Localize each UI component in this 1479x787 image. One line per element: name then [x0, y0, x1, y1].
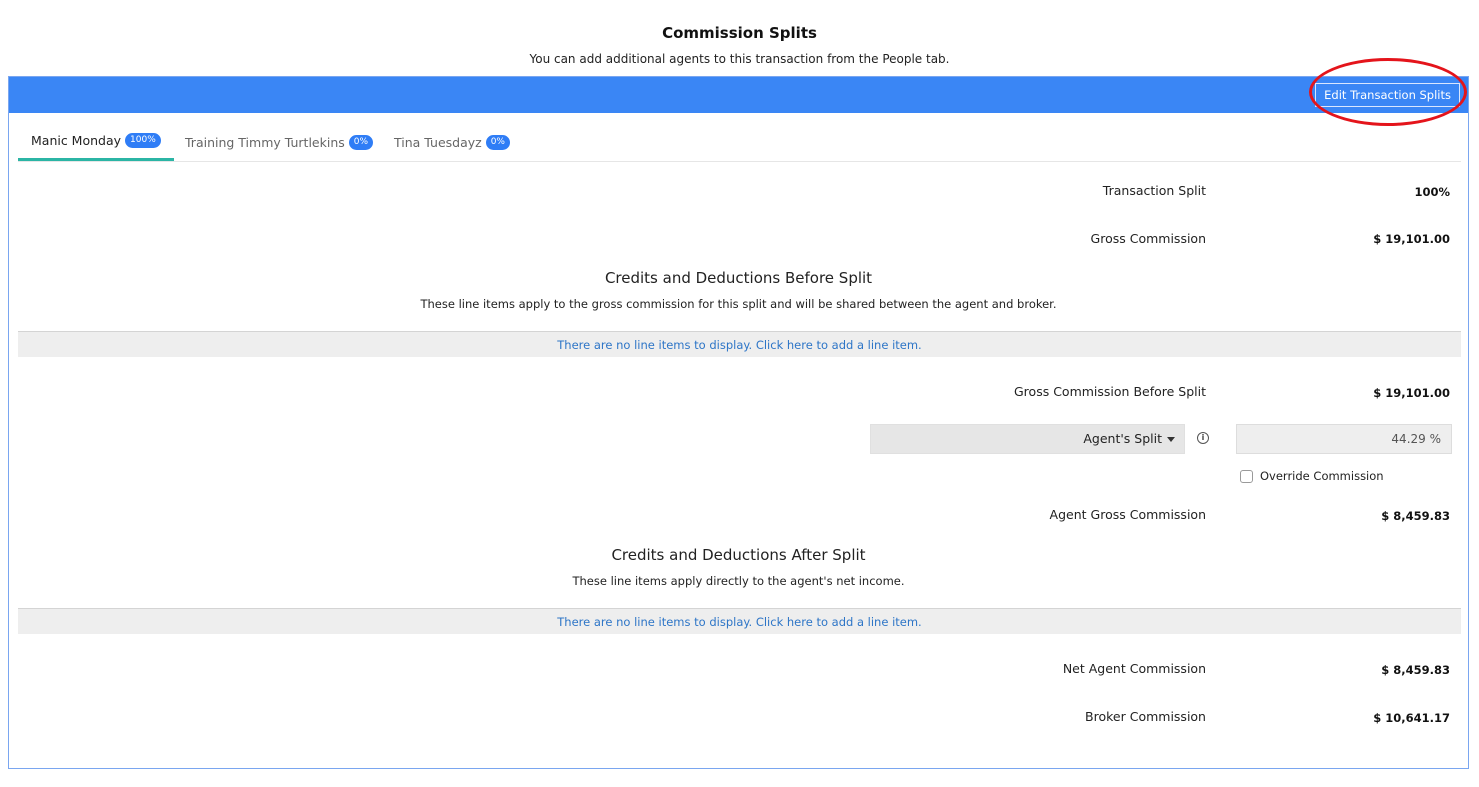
- caret-down-icon: [1167, 437, 1175, 442]
- override-commission-label: Override Commission: [1260, 469, 1384, 483]
- split-type-selected: Agent's Split: [1083, 431, 1162, 446]
- transaction-split-label: Transaction Split: [1102, 183, 1206, 198]
- panel-header-bar: Edit Transaction Splits: [9, 77, 1468, 113]
- tab-label: Training Timmy Turtlekins: [185, 134, 345, 150]
- agent-tabs: Manic Monday 100% Training Timmy Turtlek…: [18, 123, 1461, 162]
- net-agent-commission-label: Net Agent Commission: [1062, 661, 1206, 676]
- gross-commission-value: $ 19,101.00: [1373, 232, 1450, 246]
- split-percent-badge: 100%: [125, 133, 161, 148]
- after-split-description: These line items apply directly to the a…: [572, 574, 905, 588]
- split-type-dropdown[interactable]: Agent's Split: [870, 424, 1185, 454]
- gross-commission-label: Gross Commission: [1090, 231, 1206, 246]
- split-percent-input[interactable]: [1236, 424, 1452, 454]
- override-commission-checkbox[interactable]: [1240, 470, 1253, 483]
- before-split-description: These line items apply to the gross comm…: [420, 297, 1057, 311]
- after-split-empty-add-line-item[interactable]: There are no line items to display. Clic…: [18, 608, 1461, 634]
- tab-training-timmy-turtlekins[interactable]: Training Timmy Turtlekins 0%: [172, 123, 386, 161]
- transaction-split-value: 100%: [1414, 185, 1450, 199]
- gross-before-split-value: $ 19,101.00: [1373, 386, 1450, 400]
- commission-splits-panel: Edit Transaction Splits Manic Monday 100…: [8, 76, 1469, 769]
- before-split-title: Credits and Deductions Before Split: [604, 269, 873, 287]
- agent-gross-commission-label: Agent Gross Commission: [1049, 507, 1206, 522]
- split-percent-badge: 0%: [348, 134, 374, 150]
- after-split-title: Credits and Deductions After Split: [611, 546, 866, 564]
- tab-manic-monday[interactable]: Manic Monday 100%: [18, 123, 174, 161]
- agent-gross-commission-value: $ 8,459.83: [1381, 509, 1450, 523]
- split-percent-badge: 0%: [485, 134, 510, 150]
- tab-tina-tuesdayz[interactable]: Tina Tuesdayz 0%: [381, 123, 523, 161]
- tab-label: Manic Monday: [31, 133, 122, 148]
- page-subtitle: You can add additional agents to this tr…: [529, 52, 950, 66]
- broker-commission-value: $ 10,641.17: [1373, 711, 1450, 725]
- edit-transaction-splits-button[interactable]: Edit Transaction Splits: [1315, 83, 1460, 107]
- before-split-empty-add-line-item[interactable]: There are no line items to display. Clic…: [18, 331, 1461, 357]
- broker-commission-label: Broker Commission: [1085, 709, 1206, 724]
- net-agent-commission-value: $ 8,459.83: [1381, 663, 1450, 677]
- gross-before-split-label: Gross Commission Before Split: [1014, 384, 1206, 399]
- tab-label: Tina Tuesdayz: [394, 134, 482, 150]
- info-icon[interactable]: i: [1197, 432, 1209, 444]
- page-title: Commission Splits: [662, 24, 817, 42]
